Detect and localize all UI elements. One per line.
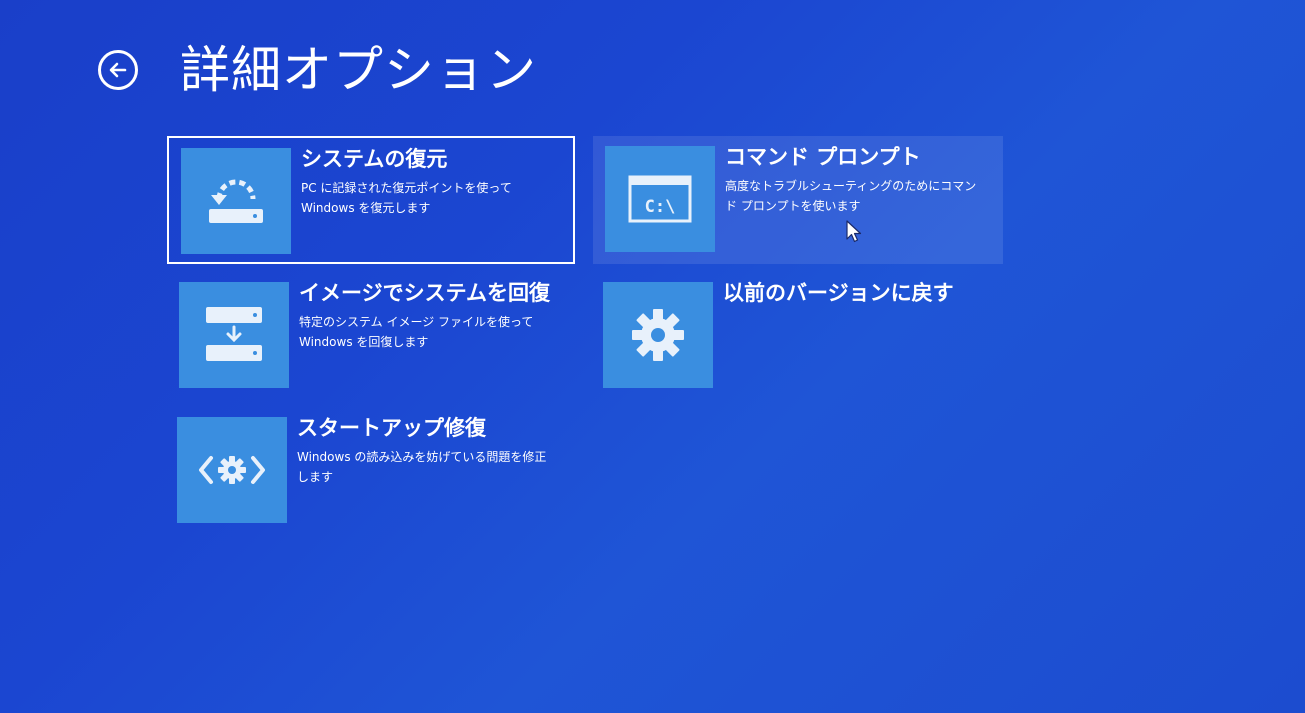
option-title: スタートアップ修復 <box>297 416 486 440</box>
page-title: 詳細オプション <box>180 41 537 99</box>
tile-system-image-recovery <box>179 282 289 388</box>
option-startup-repair[interactable]: スタートアップ修復 Windows の読み込みを妨げている問題を修正します <box>165 407 573 535</box>
advanced-options-screen: 詳細オプション システムの復元 PC に記録された復元ポイントを使って Wind… <box>0 0 1305 713</box>
option-system-image-recovery[interactable]: イメージでシステムを回復 特定のシステム イメージ ファイルを使って Windo… <box>167 272 575 400</box>
back-arrow-icon <box>109 62 127 78</box>
system-image-recovery-icon <box>206 307 262 361</box>
option-command-prompt[interactable]: C:\ コマンド プロンプト 高度なトラブルシューティングのためにコマンド プロ… <box>593 136 1003 264</box>
tile-previous-version <box>603 282 713 388</box>
gear-icon <box>632 309 684 361</box>
back-button[interactable] <box>98 50 138 90</box>
tile-startup-repair <box>177 417 287 523</box>
option-title: 以前のバージョンに戻す <box>723 281 954 305</box>
option-description: 高度なトラブルシューティングのためにコマンド プロンプトを使います <box>725 179 977 213</box>
option-title: コマンド プロンプト <box>725 145 921 169</box>
option-previous-version[interactable]: 以前のバージョンに戻す <box>591 272 1001 400</box>
startup-repair-icon <box>199 456 265 484</box>
option-description: Windows の読み込みを妨げている問題を修正します <box>297 450 547 484</box>
system-restore-icon <box>209 179 263 223</box>
option-description: PC に記録された復元ポイントを使って Windows を復元します <box>301 181 512 215</box>
option-title: イメージでシステムを回復 <box>299 281 550 305</box>
tile-command-prompt: C:\ <box>605 146 715 252</box>
option-system-restore[interactable]: システムの復元 PC に記録された復元ポイントを使って Windows を復元し… <box>167 136 575 264</box>
option-title: システムの復元 <box>301 147 448 171</box>
command-prompt-icon: C:\ <box>628 175 692 223</box>
tile-system-restore <box>181 148 291 254</box>
mouse-cursor-icon <box>846 220 862 243</box>
option-description: 特定のシステム イメージ ファイルを使って Windows を回復します <box>299 315 534 349</box>
command-prompt-icon-text: C:\ <box>645 197 676 217</box>
